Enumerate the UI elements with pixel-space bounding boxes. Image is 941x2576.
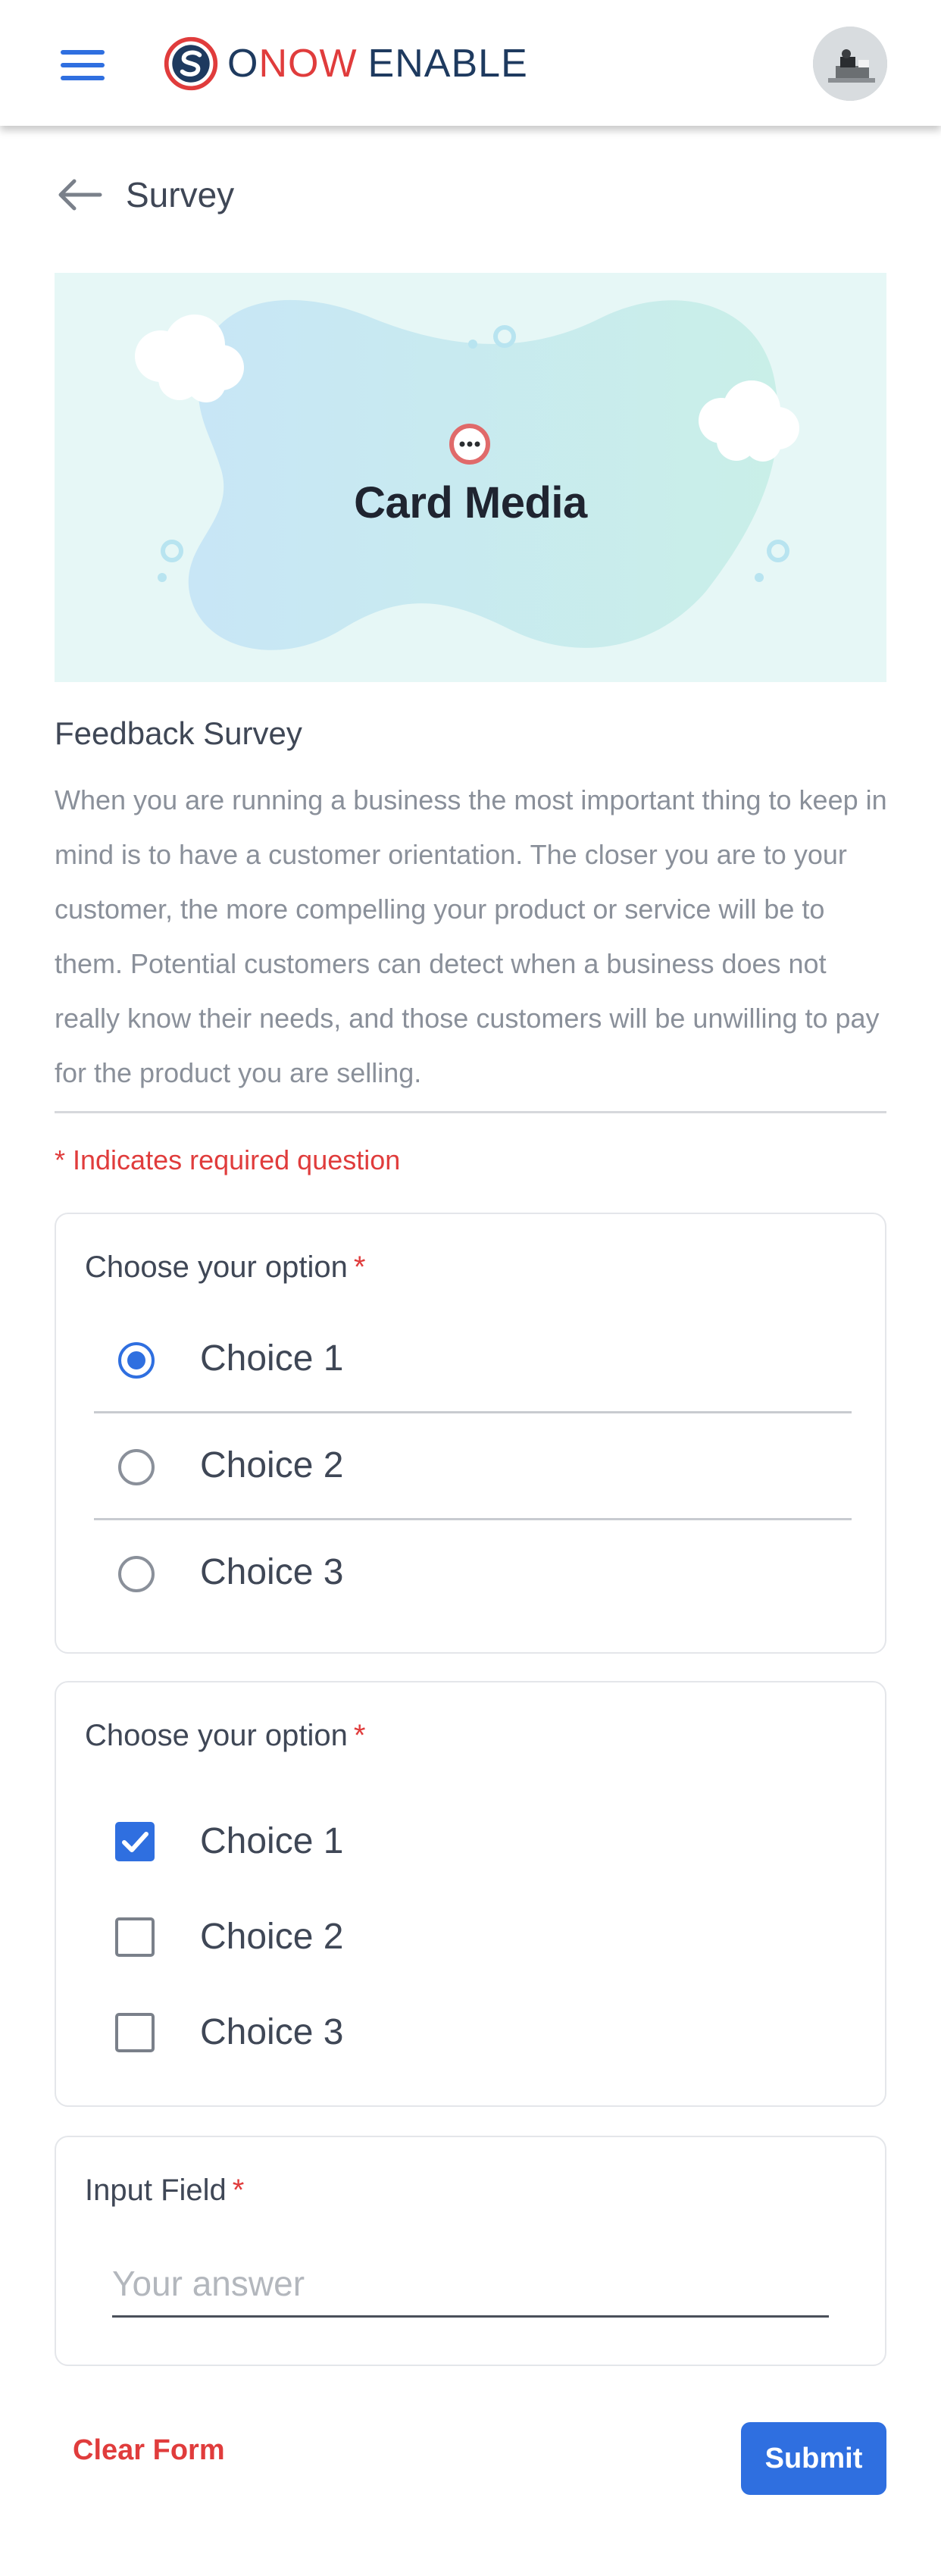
divider [55, 1111, 886, 1113]
question-label-text: Choose your option [85, 1250, 348, 1284]
arrow-left-icon[interactable] [55, 176, 103, 214]
checkbox-option-1[interactable]: Choice 1 [94, 1796, 852, 1887]
card-media: Card Media [55, 273, 886, 682]
radio-button[interactable] [118, 1556, 155, 1592]
required-star: * [232, 2174, 245, 2207]
option-divider [94, 1518, 852, 1520]
checkbox-option-2[interactable]: Choice 2 [94, 1892, 852, 1983]
checkbox[interactable] [115, 1917, 155, 1957]
submit-button[interactable]: Submit [741, 2422, 886, 2495]
logo-now: NOW [258, 42, 358, 86]
question-label-text: Choose your option [85, 1719, 348, 1752]
user-avatar[interactable] [813, 27, 887, 101]
question-card-checkbox: Choose your option * Choice 1 Choice 2 Ch… [55, 1681, 886, 2107]
logo-text: ONOW ENABLE [227, 41, 528, 86]
question-label: Choose your option * [85, 1719, 365, 1753]
checkbox[interactable] [115, 2013, 155, 2052]
radio-option-3[interactable]: Choice 3 [94, 1521, 852, 1627]
checkbox-option-3[interactable]: Choice 3 [94, 1987, 852, 2078]
question-card-input: Input Field * [55, 2136, 886, 2366]
card-media-label: Card Media [354, 478, 587, 527]
avatar-image [813, 27, 887, 101]
radio-button-selected[interactable] [118, 1342, 155, 1379]
radio-option-2[interactable]: Choice 2 [94, 1414, 852, 1520]
answer-input[interactable] [112, 2251, 829, 2318]
required-star: * [353, 1719, 366, 1752]
question-label-text: Input Field [85, 2174, 227, 2207]
app-header: ONOW ENABLE [0, 0, 941, 126]
radio-button[interactable] [118, 1449, 155, 1485]
option-label: Choice 2 [200, 1917, 344, 1957]
option-label: Choice 1 [200, 1338, 344, 1379]
radio-option-1[interactable]: Choice 1 [94, 1307, 852, 1413]
survey-description: When you are running a business the most… [55, 784, 887, 1088]
option-label: Choice 1 [200, 1821, 344, 1861]
logo-prefix: O [227, 42, 259, 86]
hamburger-menu-icon[interactable] [61, 50, 105, 80]
logo-icon [164, 36, 218, 91]
option-label: Choice 2 [200, 1445, 344, 1485]
checkmark-icon [122, 1832, 148, 1852]
required-star: * [353, 1250, 366, 1284]
page-heading: Survey [55, 168, 234, 221]
question-label: Choose your option * [85, 1250, 365, 1285]
page-title: Survey [126, 175, 235, 214]
checkbox-checked[interactable] [115, 1822, 155, 1861]
option-label: Choice 3 [200, 2012, 344, 2052]
option-label: Choice 3 [200, 1552, 344, 1592]
option-divider [94, 1411, 852, 1413]
app-logo[interactable]: ONOW ENABLE [162, 33, 528, 94]
logo-suffix: ENABLE [367, 42, 528, 86]
question-label: Input Field * [85, 2174, 244, 2208]
survey-title: Feedback Survey [55, 715, 302, 751]
question-card-radio: Choose your option * Choice 1 Choice 2 Ch… [55, 1213, 886, 1654]
clear-form-button[interactable]: Clear Form [73, 2434, 225, 2467]
required-note: * Indicates required question [55, 1144, 401, 1175]
